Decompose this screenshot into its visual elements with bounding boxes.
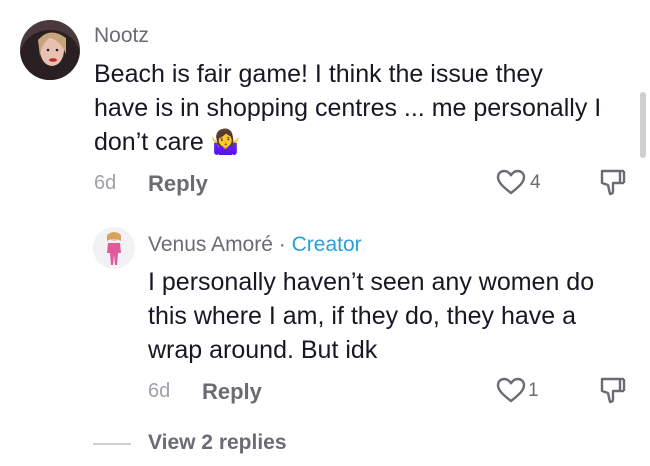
creator-badge: Creator <box>291 233 362 256</box>
comment-text-line-content: don’t care <box>94 128 204 156</box>
reply-like-button[interactable]: 1 <box>496 375 546 405</box>
comment-username[interactable]: Nootz <box>94 24 149 48</box>
comment-like-count: 4 <box>530 172 541 193</box>
view-replies-button[interactable]: View 2 replies <box>148 431 287 455</box>
reply-like-count: 1 <box>528 380 539 401</box>
comment-text-line: have is in shopping centres ... me perso… <box>94 94 602 122</box>
thumb-down-outline-icon <box>600 377 626 404</box>
reply-text-line: I personally haven’t seen any women do <box>148 268 595 296</box>
comment-time: 6d <box>94 172 117 194</box>
comment-like-button[interactable]: 4 <box>496 167 556 197</box>
comment-text-line: don’t care 🤷‍♀️ <box>94 125 601 160</box>
avatar-photo-icon <box>93 227 135 269</box>
heart-outline-icon <box>496 169 526 195</box>
reply-body: I personally haven’t seen any women do t… <box>148 265 594 367</box>
heart-outline-icon <box>496 377 526 403</box>
reply-username[interactable]: Venus Amoré <box>148 233 273 256</box>
reply-header: Venus Amoré · Creator <box>148 233 362 257</box>
header-separator: · <box>278 233 286 256</box>
avatar-nootz[interactable] <box>20 20 80 80</box>
reply-reply-button[interactable]: Reply <box>202 379 262 405</box>
avatar-creator[interactable] <box>93 227 135 269</box>
comment-dislike-button[interactable] <box>598 167 626 197</box>
comment-reply-button[interactable]: Reply <box>148 171 208 197</box>
view-replies-divider <box>93 443 131 445</box>
thumb-down-outline-icon <box>600 169 626 196</box>
comment-body: Beach is fair game! I think the issue th… <box>94 57 601 160</box>
shrug-emoji-icon: 🤷‍♀️ <box>210 129 241 156</box>
reply-time: 6d <box>148 380 171 402</box>
reply-dislike-button[interactable] <box>598 375 626 405</box>
comment-text-line: Beach is fair game! I think the issue th… <box>94 60 543 88</box>
reply-text-line: this where I am, if they do, they have a <box>148 302 577 330</box>
avatar-photo-icon <box>20 20 80 80</box>
scrollbar[interactable] <box>640 92 646 158</box>
reply-text-line: wrap around. But idk <box>148 336 378 364</box>
